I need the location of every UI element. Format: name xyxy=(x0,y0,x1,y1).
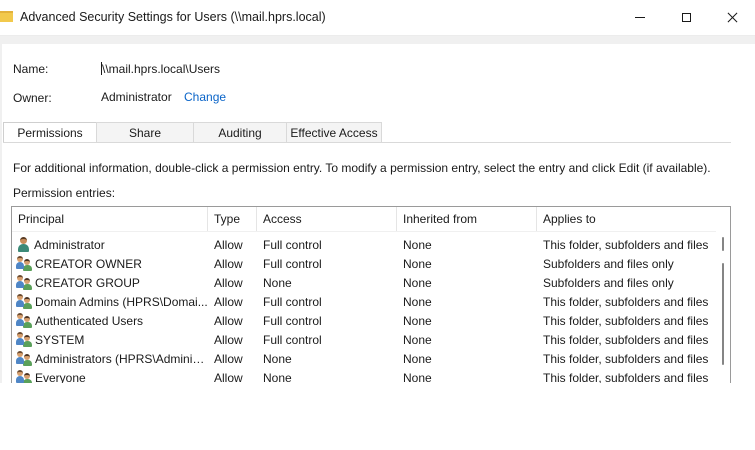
user-icon xyxy=(16,237,31,252)
inherited-cell: None xyxy=(403,351,432,366)
tab-share[interactable]: Share xyxy=(96,122,194,142)
applies-cell: Subfolders and files only xyxy=(543,256,674,271)
owner-value: Administrator xyxy=(101,90,172,104)
scrollbar-arrow-icon[interactable] xyxy=(722,237,724,251)
inherited-cell: None xyxy=(403,237,432,252)
security-settings-window: Advanced Security Settings for Users (\\… xyxy=(0,0,755,396)
access-cell: Full control xyxy=(263,332,322,347)
group-icon xyxy=(16,313,32,328)
group-icon xyxy=(16,256,32,271)
column-inherited-from[interactable]: Inherited from xyxy=(397,207,537,231)
inherited-cell: None xyxy=(403,313,432,328)
inherited-cell: None xyxy=(403,332,432,347)
column-principal[interactable]: Principal xyxy=(12,207,208,231)
maximize-button[interactable] xyxy=(663,0,709,35)
name-field[interactable]: \\mail.hprs.local\Users xyxy=(101,62,220,76)
column-type[interactable]: Type xyxy=(208,207,257,231)
group-icon xyxy=(16,294,32,309)
desktop-background xyxy=(0,383,755,450)
vertical-scrollbar[interactable] xyxy=(716,207,730,395)
table-row[interactable]: SYSTEM Allow Full control None This fold… xyxy=(12,330,716,349)
group-icon xyxy=(16,275,32,290)
principal-cell: Administrator xyxy=(12,237,208,252)
access-cell: Full control xyxy=(263,237,322,252)
principal-cell: Administrators (HPRS\Adminis... xyxy=(12,351,208,366)
type-cell: Allow xyxy=(214,351,243,366)
principal-name: Administrator xyxy=(34,237,105,252)
principal-cell: CREATOR GROUP xyxy=(12,275,208,290)
owner-label: Owner: xyxy=(13,91,52,105)
table-row[interactable]: CREATOR OWNER Allow Full control None Su… xyxy=(12,254,716,273)
info-text: For additional information, double-click… xyxy=(13,161,711,175)
principal-name: Administrators (HPRS\Adminis... xyxy=(35,351,208,366)
applies-cell: This folder, subfolders and files xyxy=(543,313,709,328)
applies-cell: This folder, subfolders and files xyxy=(543,294,709,309)
tab-permissions[interactable]: Permissions xyxy=(3,122,97,143)
minimize-button[interactable] xyxy=(617,0,663,35)
inherited-cell: None xyxy=(403,275,432,290)
list-header: Principal Type Access Inherited from App… xyxy=(12,207,716,232)
column-access[interactable]: Access xyxy=(257,207,397,231)
inherited-cell: None xyxy=(403,294,432,309)
table-row[interactable]: Administrators (HPRS\Adminis... Allow No… xyxy=(12,349,716,368)
type-cell: Allow xyxy=(214,237,243,252)
access-cell: Full control xyxy=(263,294,322,309)
principal-name: Domain Admins (HPRS\Domai... xyxy=(35,294,208,309)
principal-name: CREATOR GROUP xyxy=(35,275,140,290)
principal-name: CREATOR OWNER xyxy=(35,256,142,271)
principal-cell: CREATOR OWNER xyxy=(12,256,208,271)
access-cell: None xyxy=(263,351,292,366)
principal-name: SYSTEM xyxy=(35,332,85,347)
window-title: Advanced Security Settings for Users (\\… xyxy=(20,10,326,24)
permission-entries-list[interactable]: Principal Type Access Inherited from App… xyxy=(11,206,731,396)
table-row[interactable]: Domain Admins (HPRS\Domai... Allow Full … xyxy=(12,292,716,311)
permission-entries-label: Permission entries: xyxy=(13,186,116,200)
dialog-content: Name: \\mail.hprs.local\Users Owner: Adm… xyxy=(2,44,755,396)
minimize-icon xyxy=(635,17,645,18)
scrollbar-thumb[interactable] xyxy=(722,263,724,365)
column-applies-to[interactable]: Applies to xyxy=(537,207,715,231)
type-cell: Allow xyxy=(214,256,243,271)
applies-cell: This folder, subfolders and files xyxy=(543,237,709,252)
name-value: \\mail.hprs.local\Users xyxy=(102,62,221,76)
title-bar: Advanced Security Settings for Users (\\… xyxy=(0,0,755,36)
list-rows: Administrator Allow Full control None Th… xyxy=(12,235,716,387)
table-row[interactable]: Administrator Allow Full control None Th… xyxy=(12,235,716,254)
tab-auditing[interactable]: Auditing xyxy=(193,122,287,142)
principal-name: Authenticated Users xyxy=(35,313,144,328)
type-cell: Allow xyxy=(214,294,243,309)
type-cell: Allow xyxy=(214,313,243,328)
table-row[interactable]: CREATOR GROUP Allow None None Subfolders… xyxy=(12,273,716,292)
change-owner-link[interactable]: Change xyxy=(184,90,226,104)
maximize-icon xyxy=(681,13,691,22)
applies-cell: Subfolders and files only xyxy=(543,275,674,290)
group-icon xyxy=(16,351,32,366)
principal-cell: SYSTEM xyxy=(12,332,208,347)
inherited-cell: None xyxy=(403,256,432,271)
access-cell: Full control xyxy=(263,256,322,271)
folder-icon xyxy=(0,11,13,22)
table-row[interactable]: Authenticated Users Allow Full control N… xyxy=(12,311,716,330)
principal-cell: Domain Admins (HPRS\Domai... xyxy=(12,294,208,309)
close-icon xyxy=(727,12,738,23)
tab-strip: Permissions Share Auditing Effective Acc… xyxy=(3,122,382,143)
applies-cell: This folder, subfolders and files xyxy=(543,351,709,366)
close-button[interactable] xyxy=(709,0,755,35)
type-cell: Allow xyxy=(214,275,243,290)
access-cell: Full control xyxy=(263,313,322,328)
tab-effective-access[interactable]: Effective Access xyxy=(286,122,382,142)
name-label: Name: xyxy=(13,62,49,76)
group-icon xyxy=(16,332,32,347)
type-cell: Allow xyxy=(214,332,243,347)
applies-cell: This folder, subfolders and files xyxy=(543,332,709,347)
principal-cell: Authenticated Users xyxy=(12,313,208,328)
access-cell: None xyxy=(263,275,292,290)
